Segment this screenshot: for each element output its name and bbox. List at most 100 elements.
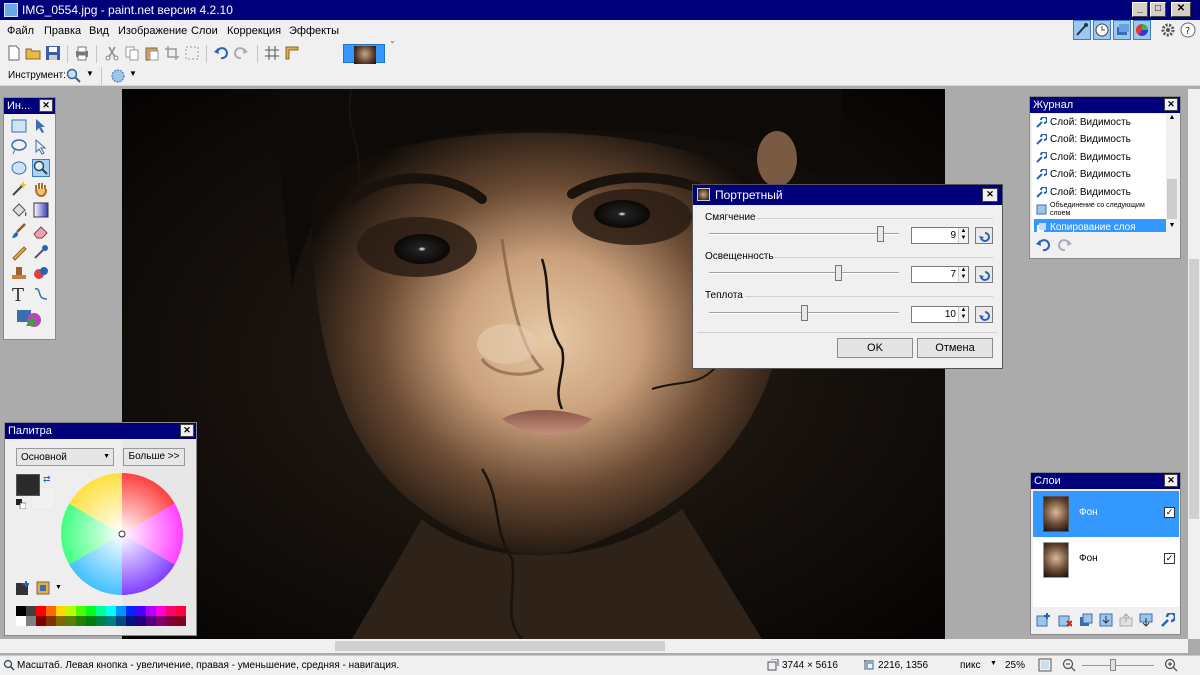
history-item[interactable]: Объединение со следующим слоем <box>1034 201 1164 219</box>
add-layer-icon[interactable] <box>1036 613 1050 627</box>
text-tool-icon[interactable]: T <box>10 285 28 306</box>
crop-to-selection-icon[interactable] <box>164 45 180 61</box>
history-item[interactable]: Слой: Видимость <box>1034 114 1164 131</box>
history-list[interactable]: Слой: Видимость Слой: Видимость Слой: Ви… <box>1032 114 1166 232</box>
pencil-icon[interactable] <box>10 243 28 261</box>
zoom-tool-selector-icon[interactable] <box>66 68 82 84</box>
history-undo-icon[interactable] <box>1035 237 1051 253</box>
close-icon[interactable]: ✕ <box>1164 474 1178 487</box>
paste-icon[interactable] <box>144 45 160 61</box>
zoom-in-icon[interactable] <box>1164 658 1178 672</box>
chevron-down-icon[interactable]: ▼ <box>55 584 62 591</box>
zoom-level[interactable]: 25% <box>1005 660 1025 671</box>
spin-arrows[interactable]: ▲ ▼ <box>958 228 968 243</box>
ellipse-select-icon[interactable] <box>10 159 28 177</box>
chevron-down-icon[interactable]: ▼ <box>86 69 94 78</box>
chevron-down-icon[interactable]: ▼ <box>990 660 997 667</box>
pan-hand-icon[interactable] <box>32 180 50 198</box>
gradient-icon[interactable] <box>32 201 50 219</box>
color-picker-icon[interactable] <box>32 243 50 261</box>
move-layer-down-icon[interactable] <box>1139 613 1153 627</box>
scroll-up-icon[interactable]: ▲ <box>1166 114 1178 121</box>
softness-slider-thumb[interactable] <box>877 226 884 242</box>
recolor-icon[interactable] <box>32 264 50 282</box>
close-button[interactable]: ✕ <box>1171 2 1191 17</box>
new-file-icon[interactable] <box>6 45 22 61</box>
menu-view[interactable]: Вид <box>89 25 109 37</box>
shapes-icon[interactable] <box>14 308 48 327</box>
colors-window-toggle-icon[interactable] <box>1133 20 1151 40</box>
tabs-dropdown-icon[interactable]: ⌄ <box>389 36 399 46</box>
softness-input[interactable]: 9 ▲ ▼ <box>911 227 969 244</box>
zoom-tool-icon[interactable] <box>32 159 50 177</box>
paintbrush-icon[interactable] <box>10 222 28 240</box>
merge-layer-down-icon[interactable] <box>1099 613 1113 627</box>
more-button[interactable]: Больше >> <box>123 448 185 466</box>
zoom-out-icon[interactable] <box>1062 658 1076 672</box>
scroll-down-icon[interactable]: ▼ <box>1166 222 1178 229</box>
minimize-button[interactable]: _ <box>1132 2 1148 17</box>
scrollbar-thumb[interactable] <box>1167 179 1177 219</box>
zoom-slider-thumb[interactable] <box>1110 659 1116 671</box>
palette-mode-select[interactable]: Основной ▼ <box>16 448 114 466</box>
history-item-selected[interactable]: Копирование слоя <box>1034 219 1166 232</box>
history-item[interactable]: Слой: Видимость <box>1034 166 1164 183</box>
add-to-palette-icon[interactable] <box>16 581 30 595</box>
scrollbar-thumb[interactable] <box>1189 259 1199 519</box>
close-icon[interactable]: ✕ <box>39 99 53 112</box>
layers-list[interactable]: Фон ✓ Фон ✓ <box>1033 491 1179 607</box>
layer-row-selected[interactable]: Фон ✓ <box>1033 491 1179 537</box>
warmth-reset-button[interactable] <box>975 306 993 323</box>
lasso-select-icon[interactable] <box>10 138 28 156</box>
layer-visibility-checkbox[interactable]: ✓ <box>1164 507 1175 518</box>
history-redo-icon[interactable] <box>1057 237 1073 253</box>
layer-visibility-checkbox[interactable]: ✓ <box>1164 553 1175 564</box>
warmth-input[interactable]: 10 ▲ ▼ <box>911 306 969 323</box>
move-layer-up-icon[interactable] <box>1119 613 1133 627</box>
history-scrollbar[interactable]: ▲ ▼ <box>1166 114 1178 232</box>
help-icon[interactable]: ? <box>1180 22 1196 38</box>
clone-stamp-icon[interactable] <box>10 264 28 282</box>
reset-colors-icon[interactable] <box>16 499 27 510</box>
lighting-input[interactable]: 7 ▲ ▼ <box>911 266 969 283</box>
image-tab-thumbnail[interactable] <box>343 44 385 64</box>
softness-reset-button[interactable] <box>975 227 993 244</box>
spin-arrows[interactable]: ▲ ▼ <box>958 307 968 322</box>
maximize-button[interactable]: □ <box>1150 2 1166 17</box>
rectangle-select-icon[interactable] <box>10 117 28 135</box>
close-icon[interactable]: ✕ <box>1164 98 1178 111</box>
menu-image[interactable]: Изображение <box>118 25 187 37</box>
line-curve-icon[interactable] <box>32 285 50 303</box>
palette-swatches[interactable] <box>16 606 186 626</box>
copy-icon[interactable] <box>124 45 140 61</box>
close-icon[interactable]: ✕ <box>180 424 194 437</box>
tools-window-toggle-icon[interactable] <box>1073 20 1091 40</box>
print-icon[interactable] <box>74 45 90 61</box>
move-selected-icon[interactable] <box>32 117 50 135</box>
history-item[interactable]: Слой: Видимость <box>1034 184 1164 201</box>
magic-wand-icon[interactable] <box>10 180 28 198</box>
history-item[interactable]: Слой: Видимость <box>1034 131 1164 148</box>
cancel-button[interactable]: Отмена <box>917 338 993 358</box>
open-file-icon[interactable] <box>25 45 41 61</box>
layers-window-toggle-icon[interactable] <box>1113 20 1131 40</box>
menu-layers[interactable]: Слои <box>191 25 218 37</box>
lighting-slider-thumb[interactable] <box>835 265 843 281</box>
menu-effects[interactable]: Эффекты <box>289 25 339 37</box>
scrollbar-thumb[interactable] <box>335 641 665 651</box>
spin-arrows[interactable]: ▲ ▼ <box>958 267 968 282</box>
lighting-reset-button[interactable] <box>975 266 993 283</box>
primary-color-swatch[interactable] <box>16 474 40 496</box>
menu-adjustments[interactable]: Коррекция <box>227 25 281 37</box>
ruler-icon[interactable] <box>284 45 300 61</box>
grid-icon[interactable] <box>264 45 280 61</box>
zoom-to-window-icon[interactable] <box>1038 658 1052 672</box>
zoom-slider-track[interactable] <box>1082 665 1154 666</box>
vertical-scrollbar[interactable] <box>1188 89 1200 639</box>
duplicate-layer-icon[interactable] <box>1079 613 1093 627</box>
move-selection-icon[interactable] <box>32 138 50 156</box>
palette-options-icon[interactable] <box>36 581 50 595</box>
paint-bucket-icon[interactable] <box>10 201 28 219</box>
save-icon[interactable] <box>45 45 61 61</box>
close-icon[interactable]: ✕ <box>982 188 998 202</box>
